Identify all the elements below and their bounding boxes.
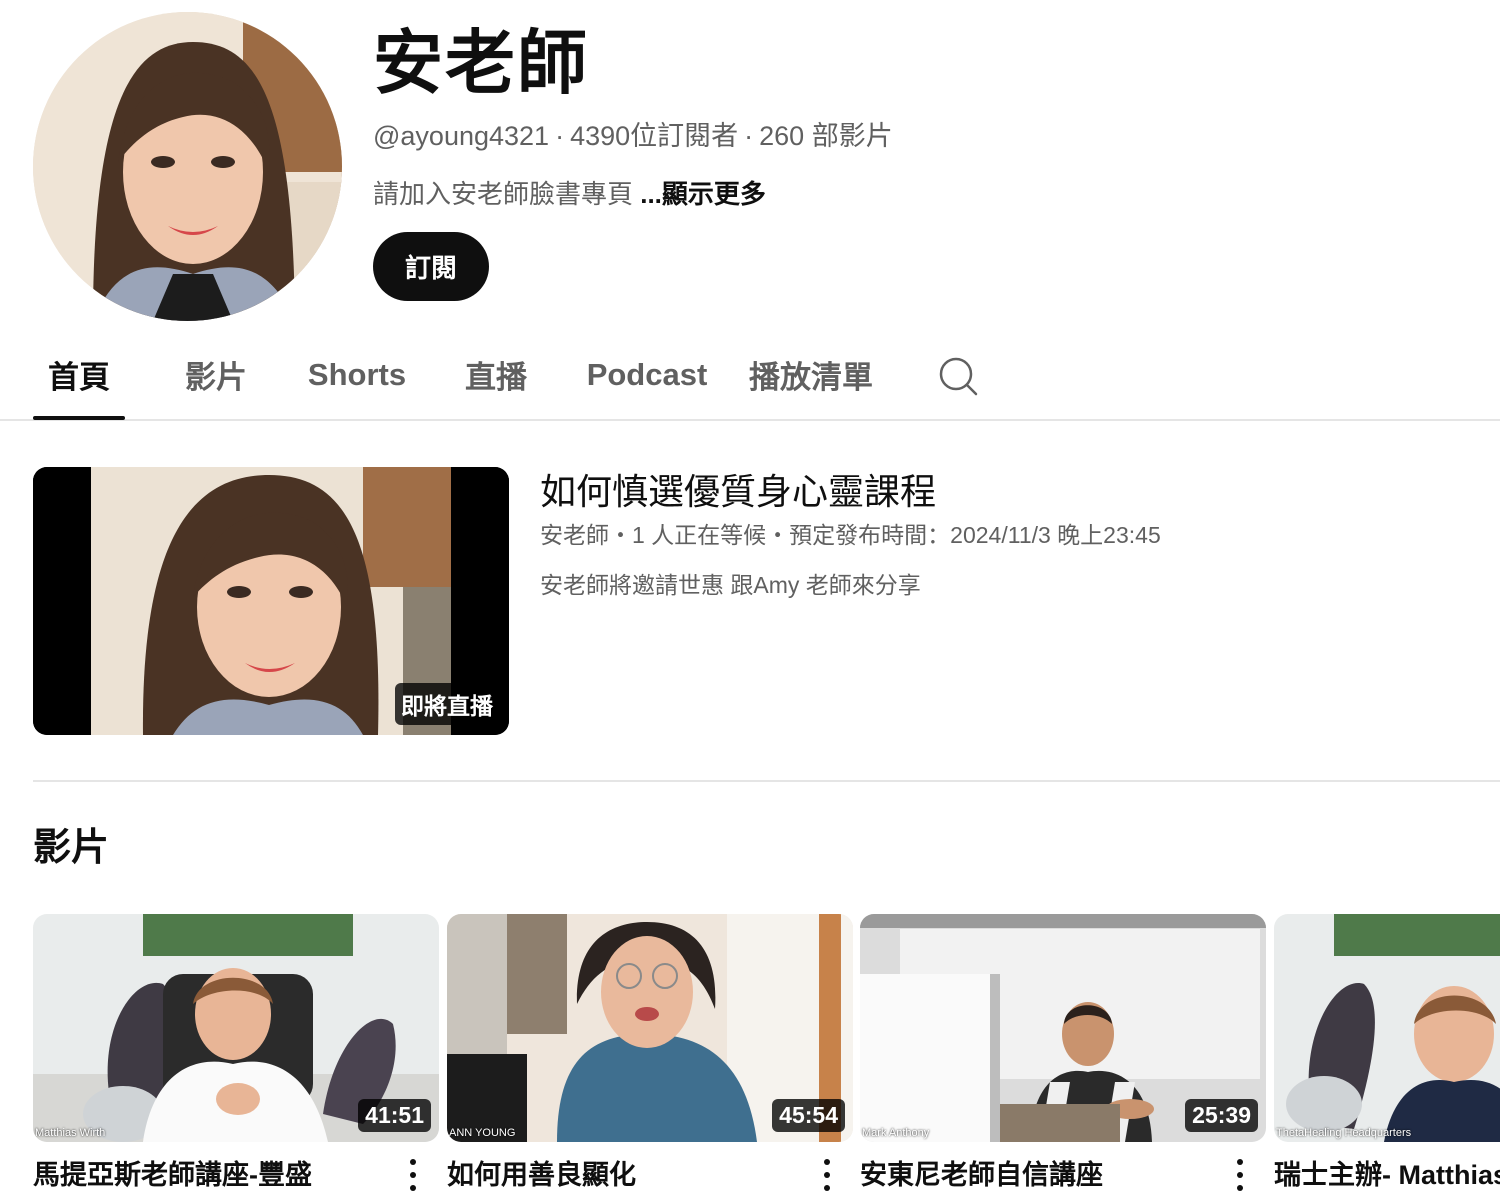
- search-icon[interactable]: [936, 354, 980, 398]
- channel-handle: @ayoung4321: [373, 121, 550, 151]
- meta-separator: ·: [555, 121, 565, 151]
- video-watermark: Mark Anthony: [862, 1127, 930, 1139]
- more-vert-icon[interactable]: [407, 1158, 419, 1192]
- featured-video-meta: 安老師・1 人正在等候・預定發布時間：2024/11/3 晚上23:45: [540, 522, 1161, 548]
- video-count: 260 部影片: [759, 121, 893, 151]
- featured-video-title[interactable]: 如何慎選優質身心靈課程: [540, 470, 936, 514]
- video-title[interactable]: 瑞士主辦- Matthias: [1274, 1157, 1500, 1193]
- meta-separator: ·: [744, 121, 754, 151]
- upcoming-badge: 即將直播: [395, 683, 499, 725]
- video-title[interactable]: 馬提亞斯老師講座-豐盛: [33, 1157, 312, 1193]
- video-card[interactable]: ThetaHealing Headquarters 瑞士主辦- Matthias: [1274, 914, 1500, 1200]
- channel-tabs: 首頁 影片 Shorts 直播 Podcast 播放清單: [0, 330, 1500, 421]
- video-card[interactable]: Mark Anthony 25:39 安東尼老師自信講座: [860, 914, 1266, 1200]
- tab-podcast[interactable]: Podcast: [580, 330, 714, 419]
- tab-playlists[interactable]: 播放清單: [745, 330, 877, 419]
- channel-avatar[interactable]: [33, 12, 342, 321]
- video-watermark: Matthias Wirth: [35, 1127, 106, 1139]
- featured-video-description: 安老師將邀請世惠 跟Amy 老師來分享: [540, 572, 921, 598]
- section-divider: [33, 780, 1500, 782]
- subscriber-count: 4390位訂閱者: [570, 121, 739, 151]
- video-thumbnail[interactable]: Matthias Wirth 41:51: [33, 914, 439, 1142]
- tab-home[interactable]: 首頁: [33, 330, 125, 420]
- subscribe-button[interactable]: 訂閱: [373, 232, 489, 301]
- video-duration: 41:51: [358, 1099, 431, 1132]
- video-duration: 45:54: [772, 1099, 845, 1132]
- show-more-link[interactable]: ...顯示更多: [640, 179, 766, 209]
- video-thumbnail[interactable]: Mark Anthony 25:39: [860, 914, 1266, 1142]
- more-vert-icon[interactable]: [1234, 1158, 1246, 1192]
- video-duration: 25:39: [1185, 1099, 1258, 1132]
- channel-page: 安老師 @ayoung4321 · 4390位訂閱者 · 260 部影片 請加入安老師臉…: [0, 0, 1500, 1200]
- video-card[interactable]: Matthias Wirth 41:51 馬提亞斯老師講座-豐盛: [33, 914, 439, 1200]
- tab-shorts[interactable]: Shorts: [300, 330, 414, 419]
- video-card[interactable]: ANN YOUNG 45:54 如何用善良顯化: [447, 914, 853, 1200]
- video-title[interactable]: 如何用善良顯化: [447, 1157, 636, 1193]
- video-watermark: ThetaHealing Headquarters: [1276, 1127, 1412, 1139]
- video-thumbnail[interactable]: ANN YOUNG 45:54: [447, 914, 853, 1142]
- description-text: 請加入安老師臉書專頁: [373, 179, 641, 209]
- tab-videos[interactable]: 影片: [170, 330, 262, 419]
- video-title[interactable]: 安東尼老師自信講座: [860, 1157, 1103, 1193]
- featured-video-thumbnail[interactable]: 即將直播: [33, 467, 509, 735]
- channel-name: 安老師: [373, 24, 589, 102]
- channel-meta: @ayoung4321 · 4390位訂閱者 · 260 部影片: [373, 118, 893, 154]
- video-thumbnail[interactable]: ThetaHealing Headquarters: [1274, 914, 1500, 1142]
- more-vert-icon[interactable]: [821, 1158, 833, 1192]
- channel-description[interactable]: 請加入安老師臉書專頁 ...顯示更多: [373, 176, 766, 212]
- tab-live[interactable]: 直播: [450, 330, 542, 419]
- videos-shelf-title[interactable]: 影片: [33, 822, 109, 874]
- video-watermark: ANN YOUNG: [449, 1127, 516, 1139]
